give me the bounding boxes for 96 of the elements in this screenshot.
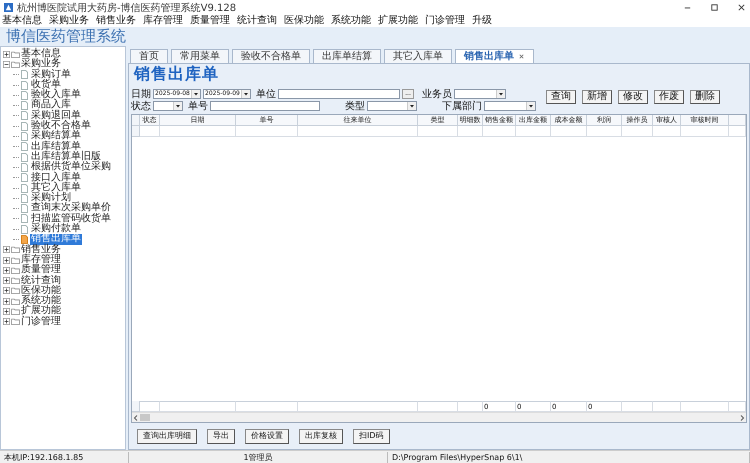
number-field[interactable] [210, 100, 320, 110]
menu-item[interactable]: 销售业务 [96, 15, 136, 27]
tree-item[interactable]: 扩展功能 [20, 306, 62, 317]
scroll-thumb[interactable] [140, 414, 150, 421]
field-label: 单号 [188, 100, 208, 112]
bottom-button[interactable]: 出库复核 [299, 428, 343, 444]
menu-item[interactable]: 升级 [472, 15, 492, 27]
menu-item[interactable]: 扩展功能 [378, 15, 418, 27]
expander-icon[interactable] [3, 298, 10, 305]
tab[interactable]: 其它入库单 [384, 49, 452, 63]
field-label: 类型 [345, 100, 365, 112]
dropdown-arrow-icon[interactable] [191, 90, 200, 98]
field-label: 日期 [131, 88, 151, 100]
close-icon[interactable] [737, 3, 746, 12]
close-icon[interactable] [518, 53, 525, 60]
tree-item[interactable]: 商品入库 [30, 100, 72, 111]
table-cell [516, 126, 551, 137]
total-cell [236, 401, 298, 412]
menu-item[interactable]: 医保功能 [284, 15, 324, 27]
app-title: 博信医药管理系统 [6, 27, 126, 45]
action-button[interactable]: 修改 [618, 90, 648, 104]
expander-icon[interactable] [3, 60, 10, 68]
maximize-icon[interactable] [710, 3, 719, 12]
expander-icon[interactable] [3, 287, 10, 294]
tree-item[interactable]: 质量管理 [20, 265, 62, 276]
expander-icon[interactable] [3, 318, 10, 326]
menu-item[interactable]: 质量管理 [190, 15, 230, 27]
expander-icon[interactable] [3, 256, 10, 264]
field-label: 单位 [256, 88, 276, 100]
table-cell [653, 126, 681, 137]
table-cell [418, 126, 458, 137]
status-text: 本机IP:192.168.1.85 [0, 452, 129, 462]
tab[interactable]: 销售出库单 [455, 49, 534, 63]
table-cell [729, 126, 746, 137]
page-title: 销售出库单 [134, 64, 219, 84]
table-cell [681, 126, 729, 137]
expander-icon[interactable] [3, 50, 10, 58]
bottom-button[interactable]: 查询出库明细 [137, 428, 197, 444]
menu-item[interactable]: 门诊管理 [425, 15, 465, 27]
tab[interactable]: 验收不合格单 [232, 49, 310, 63]
tree-item[interactable]: 统计查询 [20, 276, 62, 286]
action-button[interactable]: 查询 [546, 90, 576, 104]
tree-item[interactable]: 采购结算单 [30, 131, 82, 142]
action-button[interactable]: 新增 [582, 90, 612, 104]
tree-item[interactable]: 根据供货单位采购 [30, 162, 112, 173]
tree-item[interactable]: 查询末次采购单价 [30, 203, 112, 214]
unit-field[interactable] [278, 88, 400, 98]
field-label: 下属部门 [442, 100, 482, 112]
tree-item[interactable]: 门诊管理 [20, 316, 62, 328]
tab[interactable]: 出库单结算 [313, 49, 381, 63]
status-text: 1管理员 [129, 452, 388, 462]
tree-item[interactable]: 销售业务 [20, 244, 62, 255]
tree-item[interactable]: 采购付款单 [30, 224, 82, 234]
tab[interactable]: 首页 [130, 49, 168, 63]
bottom-button[interactable]: 导出 [207, 428, 235, 444]
table-cell [140, 126, 160, 137]
tree-item[interactable]: 收货单 [30, 80, 62, 90]
tree-item[interactable]: 接口入库单 [30, 172, 82, 183]
expander-icon[interactable] [3, 266, 10, 274]
menu-item[interactable]: 统计查询 [237, 15, 277, 27]
table-cell [458, 126, 483, 137]
dropdown-arrow-icon[interactable] [407, 102, 416, 110]
scroll-left-icon[interactable] [132, 414, 140, 422]
status-text: D:\Program Files\HyperSnap 6\1\ [388, 452, 750, 462]
action-button[interactable]: 删除 [690, 90, 720, 104]
table-cell [587, 126, 622, 137]
action-button[interactable]: 作废 [654, 90, 684, 104]
table-cell [622, 126, 653, 137]
app-icon [4, 3, 13, 12]
tree-item[interactable]: 采购订单 [30, 70, 72, 80]
menu-item[interactable]: 系统功能 [331, 15, 371, 27]
menu-item[interactable]: 库存管理 [143, 15, 183, 27]
tree-item[interactable]: 采购业务 [20, 59, 62, 70]
window-title: 杭州博医院试用大药房-博信医药管理系统V9.128 [17, 2, 236, 14]
table-cell [236, 126, 298, 137]
bottom-button[interactable]: 价格设置 [245, 428, 289, 444]
row-header [132, 401, 140, 412]
menu-item[interactable]: 基本信息 [2, 15, 42, 27]
dropdown-arrow-icon[interactable] [496, 90, 505, 98]
field-label: 状态 [131, 100, 151, 112]
dropdown-arrow-icon[interactable] [526, 102, 535, 110]
bottom-button[interactable]: 扫ID码 [353, 428, 390, 444]
horizontal-scrollbar[interactable] [132, 412, 746, 422]
table-cell [483, 126, 516, 137]
scroll-right-icon[interactable] [738, 414, 746, 422]
field-label: 业务员 [422, 88, 452, 100]
dropdown-arrow-icon[interactable] [241, 90, 250, 98]
expander-icon[interactable] [3, 277, 10, 284]
table-cell [551, 126, 587, 137]
expander-icon[interactable] [3, 246, 10, 254]
tab[interactable]: 常用菜单 [171, 49, 229, 63]
dropdown-arrow-icon[interactable] [173, 102, 182, 110]
tree-item[interactable]: 库存管理 [20, 254, 62, 266]
tree-item[interactable]: 出库结算单 [30, 142, 82, 152]
expander-icon[interactable] [3, 308, 10, 316]
menu-item[interactable]: 采购业务 [49, 15, 89, 27]
